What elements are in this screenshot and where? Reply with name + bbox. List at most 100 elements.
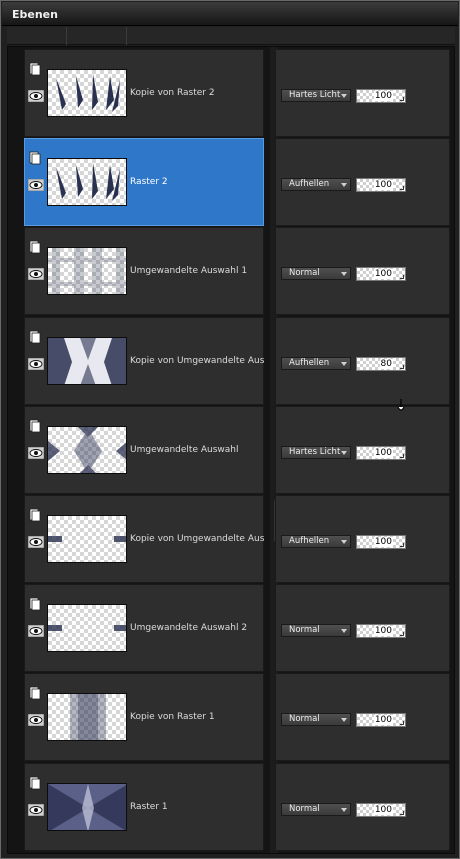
layer-cell[interactable]: Umgewandelte Auswahl 2 <box>24 584 264 673</box>
layer-lock-icon[interactable] <box>29 62 41 76</box>
toolbar-segment-2[interactable] <box>67 27 127 45</box>
layer-thumbnail-dark-bowtie-pattern[interactable] <box>47 336 127 385</box>
layer-row-6[interactable]: Kopie von Umgewandelte Ausw Aufhellen 10… <box>24 495 450 584</box>
layer-properties-cell: Normal 100 <box>275 227 450 316</box>
layer-cell[interactable]: Kopie von Raster 2 <box>24 49 264 137</box>
layer-lock-icon[interactable] <box>29 419 41 433</box>
blend-mode-label: Normal <box>289 714 320 725</box>
visibility-eye-icon[interactable] <box>28 90 44 102</box>
layer-cell[interactable]: Kopie von Raster 1 <box>24 673 264 762</box>
chevron-down-icon <box>341 183 347 188</box>
opacity-field[interactable]: 100 <box>356 802 406 817</box>
layer-row-9[interactable]: Raster 1 Normal 100 <box>24 762 450 852</box>
opacity-field[interactable]: 100 <box>356 624 406 639</box>
layer-lock-icon[interactable] <box>29 508 41 522</box>
layer-list: Kopie von Raster 2 Hartes Licht 100 Rast… <box>7 46 455 854</box>
layer-row-1[interactable]: Kopie von Raster 2 Hartes Licht 100 <box>24 49 450 138</box>
opacity-field[interactable]: 100 <box>356 445 406 460</box>
resize-corner-icon <box>400 632 404 637</box>
chevron-down-icon <box>341 807 347 812</box>
opacity-field[interactable]: 80 <box>356 356 406 371</box>
blend-mode-select[interactable]: Normal <box>281 267 351 281</box>
visibility-eye-icon[interactable] <box>28 357 44 370</box>
layer-row-4[interactable]: Kopie von Umgewandelte Ausw Aufhellen 80 <box>24 316 450 406</box>
toolbar-segment-1[interactable] <box>7 27 67 45</box>
resize-corner-icon <box>400 275 404 280</box>
chevron-down-icon <box>341 718 347 723</box>
chevron-down-icon <box>341 540 347 544</box>
layer-thumbnail-edge-bars-pattern[interactable] <box>47 604 127 653</box>
layer-name[interactable]: Umgewandelte Auswahl 1 <box>130 266 264 276</box>
layer-name[interactable]: Umgewandelte Auswahl 2 <box>130 623 264 633</box>
layer-row-3[interactable]: Umgewandelte Auswahl 1 Normal 100 <box>24 227 450 316</box>
blend-mode-select[interactable]: Aufhellen <box>281 535 351 548</box>
chevron-down-icon <box>341 450 347 455</box>
layer-row-7[interactable]: Umgewandelte Auswahl 2 Normal 100 <box>24 584 450 673</box>
chevron-down-icon <box>341 629 347 634</box>
layer-properties-cell: Aufhellen 80 <box>275 316 450 405</box>
layer-lock-icon[interactable] <box>29 686 41 700</box>
resize-corner-icon <box>400 186 404 191</box>
layer-cell[interactable]: Umgewandelte Auswahl 1 <box>24 227 264 316</box>
opacity-field[interactable]: 100 <box>356 178 406 193</box>
layer-name[interactable]: Kopie von Umgewandelte Ausw <box>130 356 264 366</box>
layer-row-2[interactable]: Raster 2 Aufhellen 100 <box>24 138 450 227</box>
layer-thumbnail-faint-columns-pattern[interactable] <box>47 247 127 296</box>
layer-thumbnail-edge-bars-pattern[interactable] <box>47 515 127 563</box>
layer-cell[interactable]: Raster 2 <box>24 138 264 227</box>
layer-thumbnail-blurred-column-pattern[interactable] <box>47 693 127 742</box>
layer-thumbnail-dark-spikes-icon[interactable] <box>47 69 127 117</box>
opacity-value: 100 <box>373 715 393 726</box>
visibility-eye-icon[interactable] <box>28 446 44 459</box>
visibility-eye-icon[interactable] <box>28 536 44 548</box>
visibility-eye-icon[interactable] <box>28 625 44 638</box>
layer-lock-icon[interactable] <box>29 776 41 790</box>
panel-titlebar[interactable]: Ebenen <box>2 2 458 26</box>
layer-properties-cell: Normal 100 <box>275 673 450 762</box>
blend-mode-select[interactable]: Normal <box>281 713 351 727</box>
layer-cell[interactable]: Kopie von Umgewandelte Ausw <box>24 495 264 583</box>
opacity-field[interactable]: 100 <box>356 535 406 549</box>
layer-name[interactable]: Umgewandelte Auswahl <box>130 445 264 455</box>
opacity-value: 100 <box>373 626 393 637</box>
layer-lock-icon[interactable] <box>29 330 41 344</box>
blend-mode-select[interactable]: Normal <box>281 802 351 816</box>
layer-name[interactable]: Kopie von Raster 2 <box>130 88 264 98</box>
panel-title: Ebenen <box>12 8 58 21</box>
layer-lock-icon[interactable] <box>29 151 41 165</box>
visibility-eye-icon[interactable] <box>28 179 44 192</box>
layer-row-8[interactable]: Kopie von Raster 1 Normal 100 <box>24 673 450 762</box>
layer-cell[interactable]: Kopie von Umgewandelte Ausw <box>24 316 264 405</box>
layer-row-5[interactable]: Umgewandelte Auswahl Hartes Licht 100 <box>24 405 450 495</box>
blend-mode-select[interactable]: Hartes Licht <box>281 445 351 459</box>
layer-thumbnail-dark-spikes-icon[interactable] <box>47 158 127 207</box>
opacity-value: 100 <box>373 269 393 280</box>
layer-name[interactable]: Raster 1 <box>130 802 264 812</box>
blend-mode-select[interactable]: Aufhellen <box>281 178 351 192</box>
layer-properties-cell: Aufhellen 100 <box>275 138 450 227</box>
blend-mode-select[interactable]: Normal <box>281 624 351 638</box>
blend-mode-label: Aufhellen <box>289 357 330 368</box>
layer-lock-icon[interactable] <box>29 597 41 611</box>
layer-thumbnail-dark-kaleidoscope-pattern[interactable] <box>47 782 127 831</box>
layer-properties-cell: Aufhellen 100 <box>275 495 450 583</box>
opacity-field[interactable]: 100 <box>356 267 406 282</box>
opacity-value: 100 <box>373 804 393 815</box>
opacity-field[interactable]: 100 <box>356 713 406 728</box>
layer-name[interactable]: Raster 2 <box>130 177 264 187</box>
layer-cell[interactable]: Raster 1 <box>24 762 264 851</box>
layer-name[interactable]: Kopie von Umgewandelte Ausw <box>130 534 264 544</box>
visibility-eye-icon[interactable] <box>28 803 44 816</box>
layers-panel: Ebenen Kopie von Raster 2 Hartes Licht 1… <box>0 0 460 859</box>
layer-lock-icon[interactable] <box>29 240 41 254</box>
opacity-value: 100 <box>373 537 393 547</box>
layer-thumbnail-diamond-pattern[interactable] <box>47 425 127 474</box>
blend-mode-select[interactable]: Hartes Licht <box>281 89 351 102</box>
visibility-eye-icon[interactable] <box>28 268 44 281</box>
visibility-eye-icon[interactable] <box>28 714 44 727</box>
layer-name[interactable]: Kopie von Raster 1 <box>130 712 264 722</box>
blend-mode-label: Normal <box>289 625 320 636</box>
opacity-field[interactable]: 100 <box>356 89 406 103</box>
blend-mode-select[interactable]: Aufhellen <box>281 356 351 370</box>
layer-cell[interactable]: Umgewandelte Auswahl <box>24 405 264 494</box>
